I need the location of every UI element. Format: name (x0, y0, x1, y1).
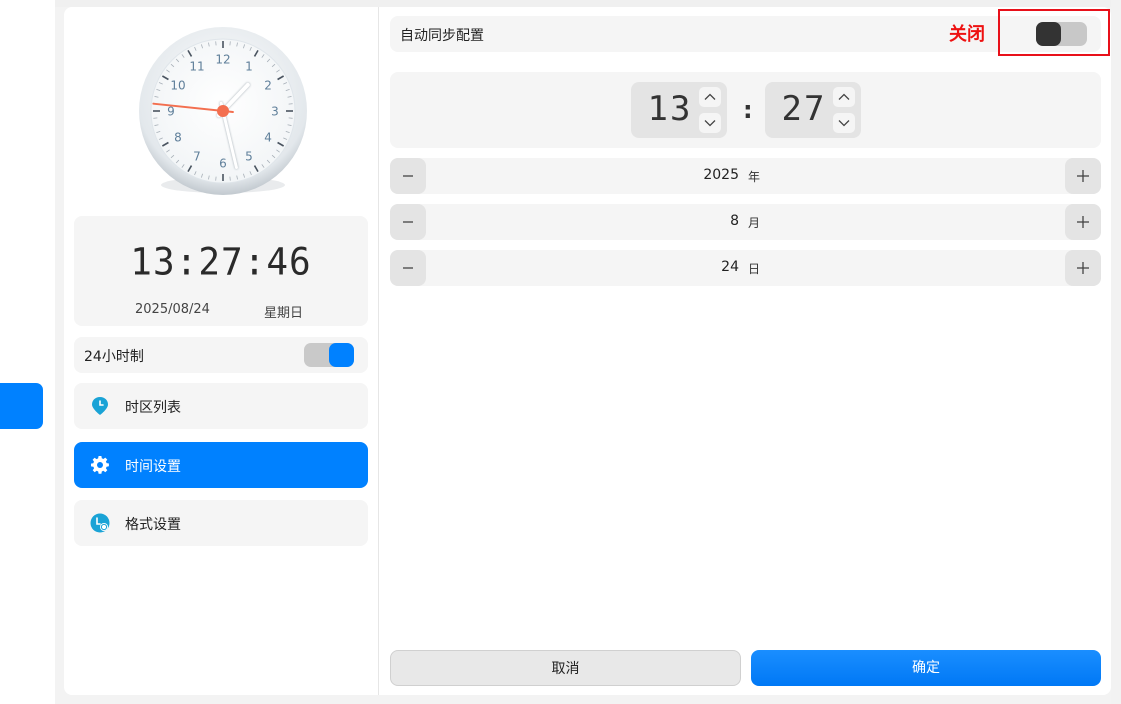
clock-number: 2 (264, 79, 272, 93)
clock-number: 4 (264, 131, 272, 145)
toggle-knob (1036, 22, 1061, 46)
day-row: 24 日 (390, 250, 1101, 286)
nav-item-label: 时间设置 (125, 459, 181, 475)
day-unit: 日 (748, 262, 761, 276)
clock-number: 8 (174, 131, 182, 145)
month-increment-button[interactable] (1065, 204, 1101, 240)
hour-decrement-button[interactable] (699, 113, 721, 133)
location-pin-icon (92, 397, 108, 415)
nav-item-timezone-list[interactable]: 时区列表 (74, 383, 368, 429)
nav-item-format-settings[interactable]: 格式设置 (74, 500, 368, 546)
outer-sidebar (0, 0, 55, 704)
month-unit: 月 (748, 216, 761, 230)
minute-spinbox[interactable]: 27 (765, 82, 861, 138)
auto-sync-toggle[interactable] (1036, 22, 1087, 46)
year-unit: 年 (748, 170, 761, 184)
window-top-strip (55, 0, 1121, 7)
window-right-strip (1111, 0, 1121, 704)
format-24h-row: 24小时制 (74, 337, 368, 373)
clock-number: 5 (245, 150, 253, 164)
plus-icon (1077, 262, 1089, 274)
clock-number: 1 (245, 59, 253, 73)
month-value: 8 (730, 213, 739, 229)
plus-icon (1077, 216, 1089, 228)
auto-sync-state-annotation: 关闭 (949, 24, 985, 45)
plus-icon (1077, 170, 1089, 182)
analog-clock: 12 1234567891011 (139, 27, 307, 195)
cancel-button[interactable]: 取消 (390, 650, 741, 686)
hour-increment-button[interactable] (699, 87, 721, 107)
format-24h-label: 24小时制 (84, 349, 144, 365)
chevron-up-icon (838, 93, 850, 100)
clock-number: 11 (189, 59, 204, 73)
clock-center (217, 105, 229, 117)
time-editor: 13 : 27 (390, 72, 1101, 148)
outer-sidebar-selected-item[interactable] (0, 383, 43, 429)
toggle-knob (329, 343, 354, 367)
digital-clock-card: 13:27:46 2025/08/24 星期日 (74, 216, 368, 326)
chevron-down-icon (838, 120, 850, 127)
auto-sync-label: 自动同步配置 (400, 28, 484, 44)
digital-weekday: 星期日 (264, 306, 304, 321)
hour-spinbox[interactable]: 13 (631, 82, 727, 138)
clock-number: 3 (271, 105, 279, 119)
auto-sync-row: 自动同步配置 (390, 16, 1101, 52)
chevron-up-icon (704, 93, 716, 100)
clock-number: 12 (215, 53, 230, 67)
minute-value: 27 (781, 89, 827, 129)
confirm-button[interactable]: 确定 (751, 650, 1101, 686)
clock-format-icon (90, 513, 110, 533)
minute-decrement-button[interactable] (833, 113, 855, 133)
clock-number: 10 (170, 79, 185, 93)
month-row: 8 月 (390, 204, 1101, 240)
year-row: 2025 年 (390, 158, 1101, 194)
digital-time: 13:27:46 (130, 240, 312, 285)
format-24h-toggle[interactable] (304, 343, 354, 367)
nav-item-label: 格式设置 (125, 517, 181, 533)
clock-number: 7 (193, 150, 201, 164)
year-value: 2025 (703, 167, 739, 183)
year-increment-button[interactable] (1065, 158, 1101, 194)
nav-item-label: 时区列表 (125, 400, 181, 416)
time-separator: : (743, 96, 753, 124)
column-divider (378, 7, 379, 695)
digital-date: 2025/08/24 (135, 302, 210, 317)
chevron-down-icon (704, 120, 716, 127)
gear-icon (91, 456, 109, 474)
nav-item-time-settings[interactable]: 时间设置 (74, 442, 368, 488)
day-increment-button[interactable] (1065, 250, 1101, 286)
day-value: 24 (721, 259, 739, 275)
datetime-panel: 12 1 2 3 4 5 6 7 8 9 10 11 13:27:46 2025/08/24 星期日 … (64, 7, 1111, 695)
clock-number: 6 (219, 157, 227, 171)
minute-increment-button[interactable] (833, 87, 855, 107)
hour-value: 13 (647, 89, 693, 129)
